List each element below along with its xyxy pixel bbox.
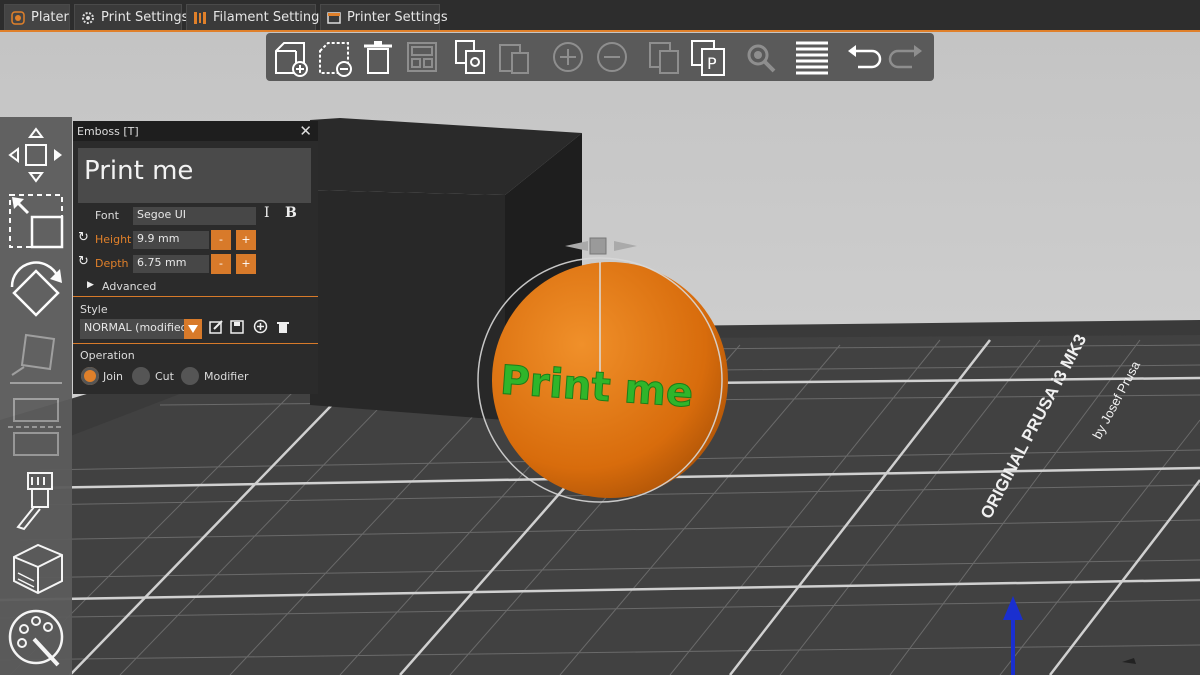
- add-instance-icon[interactable]: [548, 37, 588, 77]
- add-style-icon[interactable]: [253, 319, 268, 334]
- place-on-face-icon[interactable]: [4, 327, 68, 387]
- height-input[interactable]: 9.9 mm: [133, 231, 209, 249]
- scale-icon[interactable]: [4, 189, 68, 253]
- operation-join-label: Join: [103, 370, 124, 383]
- operation-modifier-label: Modifier: [204, 370, 249, 383]
- close-icon[interactable]: ✕: [299, 122, 312, 140]
- emboss-text-input[interactable]: Print me: [78, 148, 311, 203]
- style-select[interactable]: NORMAL (modified): [80, 319, 202, 339]
- remove-instance-icon[interactable]: [592, 37, 632, 77]
- operation-modifier-radio[interactable]: [181, 367, 199, 385]
- tab-label: Filament Settings: [213, 10, 327, 25]
- tab-plater[interactable]: Plater: [4, 4, 70, 30]
- left-toolbar: [0, 117, 72, 675]
- tab-print-settings[interactable]: Print Settings: [74, 4, 188, 30]
- style-label: Style: [80, 303, 108, 316]
- tab-label: Plater: [31, 10, 69, 25]
- expand-triangle-icon[interactable]: ▶: [87, 280, 94, 290]
- edit-style-icon[interactable]: [209, 320, 223, 334]
- height-increase-button[interactable]: +: [236, 230, 256, 250]
- tab-label: Printer Settings: [347, 10, 448, 25]
- filament-spool-icon: [193, 11, 207, 25]
- mmu-painting-icon[interactable]: [4, 603, 68, 669]
- reset-height-icon[interactable]: ↻: [78, 230, 89, 245]
- svg-text:P: P: [707, 54, 717, 73]
- divider: [73, 343, 318, 344]
- copy-icon[interactable]: [450, 37, 490, 77]
- font-select[interactable]: Segoe UI: [133, 207, 256, 225]
- layers-editing-icon[interactable]: [792, 37, 832, 77]
- height-label: Height: [95, 233, 132, 246]
- printer-icon: [327, 11, 341, 25]
- delete-style-icon[interactable]: [276, 320, 290, 334]
- delete-object-icon[interactable]: [314, 37, 354, 77]
- depth-input[interactable]: 6.75 mm: [133, 255, 209, 273]
- top-toolbar: P: [266, 33, 934, 81]
- split-objects-icon[interactable]: [644, 37, 684, 77]
- cut-icon[interactable]: [4, 391, 68, 461]
- move-icon[interactable]: [4, 123, 68, 187]
- add-object-icon[interactable]: [270, 37, 310, 77]
- search-icon[interactable]: [740, 37, 780, 77]
- italic-icon[interactable]: I: [264, 205, 270, 221]
- depth-label: Depth: [95, 257, 129, 270]
- reset-depth-icon[interactable]: ↻: [78, 254, 89, 269]
- plater-icon: [11, 10, 25, 25]
- divider: [73, 296, 318, 297]
- font-label: Font: [95, 209, 119, 222]
- delete-all-icon[interactable]: [358, 37, 398, 77]
- redo-icon[interactable]: [886, 37, 926, 77]
- operation-join-radio[interactable]: [81, 367, 99, 385]
- undo-icon[interactable]: [844, 37, 884, 77]
- advanced-toggle[interactable]: Advanced: [102, 280, 156, 293]
- paste-icon[interactable]: [494, 37, 534, 77]
- arrange-icon[interactable]: [402, 37, 442, 77]
- chevron-down-icon: [184, 319, 202, 339]
- emboss-title: Emboss [T]: [77, 124, 139, 138]
- depth-increase-button[interactable]: +: [236, 254, 256, 274]
- save-style-icon[interactable]: [230, 320, 244, 334]
- gear-icon: [81, 11, 95, 25]
- operation-label: Operation: [80, 349, 135, 362]
- tab-filament-settings[interactable]: Filament Settings: [186, 4, 326, 30]
- tab-printer-settings[interactable]: Printer Settings: [320, 4, 448, 30]
- emboss-header: Emboss [T] ✕: [73, 121, 318, 141]
- style-select-value: NORMAL (modified): [84, 321, 192, 334]
- bold-icon[interactable]: B: [285, 205, 297, 221]
- depth-decrease-button[interactable]: -: [211, 254, 231, 274]
- tab-label: Print Settings: [101, 10, 189, 25]
- rotate-icon[interactable]: [4, 257, 68, 323]
- paint-supports-icon[interactable]: [4, 467, 68, 533]
- tab-bar: Plater Print Settings Filament Settings …: [0, 0, 1200, 32]
- seam-painting-icon[interactable]: [4, 535, 68, 601]
- height-decrease-button[interactable]: -: [211, 230, 231, 250]
- emboss-panel: Emboss [T] ✕ Print me Font Segoe UI I B …: [73, 121, 318, 394]
- operation-cut-label: Cut: [155, 370, 174, 383]
- operation-cut-radio[interactable]: [132, 367, 150, 385]
- split-parts-icon[interactable]: P: [688, 37, 728, 77]
